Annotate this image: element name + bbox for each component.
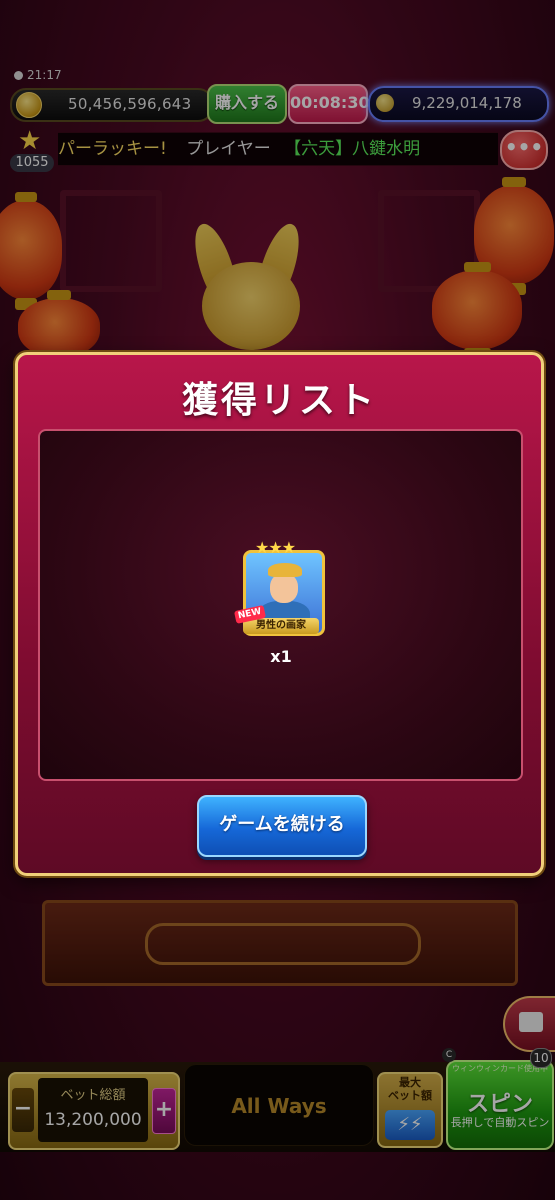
painter-portrait-hat [268,563,302,577]
reward-list-panel: ★★★ 男性の画家 NEW x1 [38,429,523,781]
continue-game-button[interactable]: ゲームを続ける [197,795,367,857]
rarity-stars: ★★★ [255,538,296,557]
reward-list-dialog: 獲得リスト ★★★ 男性の画家 NEW x1 ゲームを続ける [15,352,544,876]
reward-item-card[interactable]: ★★★ 男性の画家 NEW [233,538,325,640]
dialog-title: 獲得リスト [181,380,377,421]
painter-portrait-face [270,573,298,603]
item-name-plate: 男性の画家 [243,618,319,634]
item-quantity: x1 [270,647,292,666]
